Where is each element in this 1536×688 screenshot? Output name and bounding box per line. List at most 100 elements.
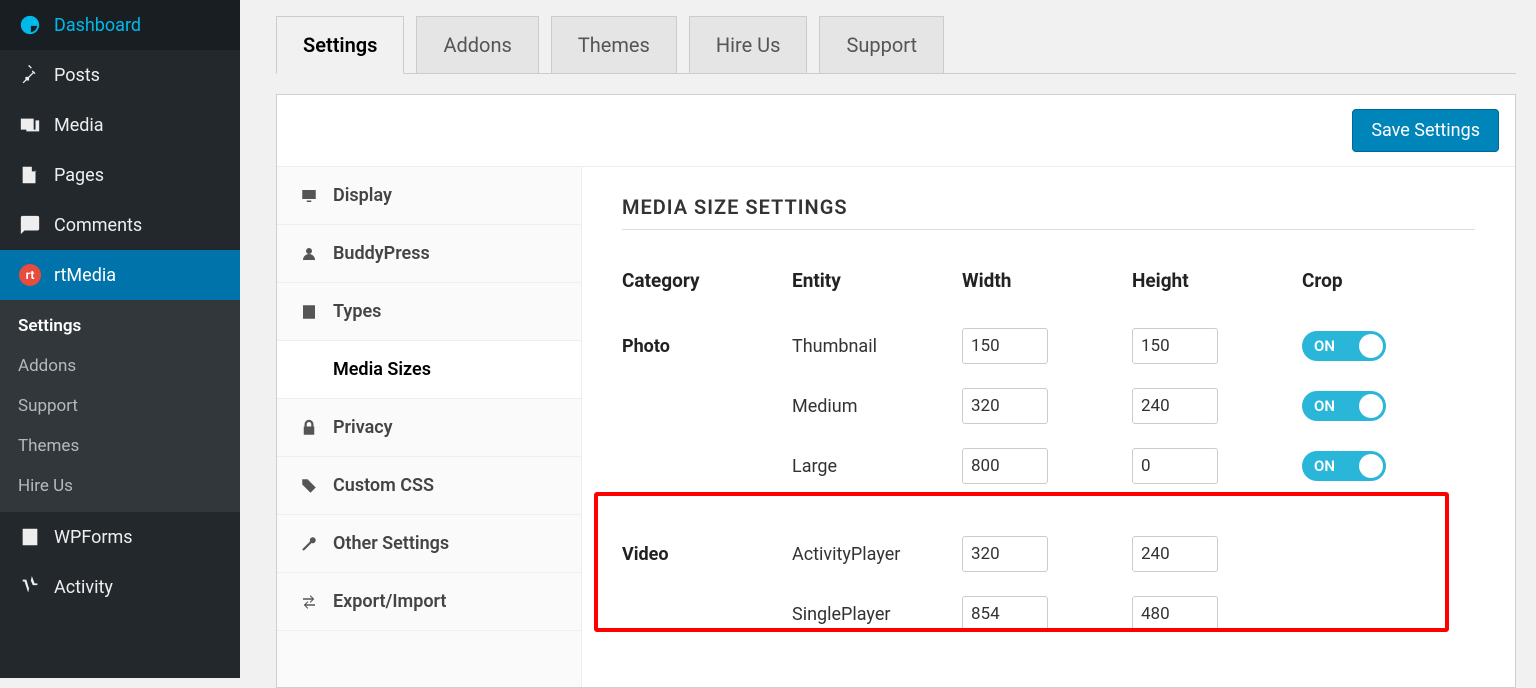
photo-medium-crop-toggle[interactable]: ON xyxy=(1302,391,1386,421)
submenu-addons[interactable]: Addons xyxy=(0,346,240,386)
comments-icon xyxy=(18,214,42,236)
sidebar-item-posts[interactable]: Posts xyxy=(0,50,240,100)
rtmedia-icon: rt xyxy=(18,264,42,286)
col-crop: Crop xyxy=(1302,269,1442,292)
display-icon xyxy=(299,187,319,205)
dashboard-icon xyxy=(18,14,42,36)
video-activity-width-input[interactable] xyxy=(962,536,1048,572)
nav-label: Export/Import xyxy=(333,591,446,612)
table-header-row: Category Entity Width Height Crop xyxy=(622,256,1475,304)
nav-label: Media Sizes xyxy=(333,359,431,380)
video-single-height-input[interactable] xyxy=(1132,596,1218,632)
nav-types[interactable]: Types xyxy=(277,283,581,341)
sidebar-item-comments[interactable]: Comments xyxy=(0,200,240,250)
submenu-support[interactable]: Support xyxy=(0,386,240,426)
row-photo-large: Large ON xyxy=(622,442,1475,490)
nav-label: BuddyPress xyxy=(333,243,430,264)
sidebar-item-dashboard[interactable]: Dashboard xyxy=(0,0,240,50)
section-title: MEDIA SIZE SETTINGS xyxy=(622,195,1475,230)
nav-media-sizes[interactable]: Media Sizes xyxy=(277,341,581,399)
activity-icon xyxy=(18,576,42,598)
toggle-label: ON xyxy=(1314,337,1335,355)
media-icon xyxy=(18,114,42,136)
expand-icon xyxy=(299,361,319,379)
nav-privacy[interactable]: Privacy xyxy=(277,399,581,457)
photo-medium-width-input[interactable] xyxy=(962,388,1048,424)
nav-custom-css[interactable]: Custom CSS xyxy=(277,457,581,515)
submenu-themes[interactable]: Themes xyxy=(0,426,240,466)
sidebar-label: Posts xyxy=(54,65,100,86)
entity-large: Large xyxy=(792,456,962,477)
sidebar-item-pages[interactable]: Pages xyxy=(0,150,240,200)
photo-large-crop-toggle[interactable]: ON xyxy=(1302,451,1386,481)
sidebar-item-media[interactable]: Media xyxy=(0,100,240,150)
pages-icon xyxy=(18,164,42,186)
entity-activityplayer: ActivityPlayer xyxy=(792,544,962,565)
tab-themes[interactable]: Themes xyxy=(551,16,677,74)
photo-large-width-input[interactable] xyxy=(962,448,1048,484)
toggle-knob xyxy=(1359,334,1383,358)
photo-large-height-input[interactable] xyxy=(1132,448,1218,484)
category-video: Video xyxy=(622,544,792,565)
nav-label: Display xyxy=(333,185,392,206)
wrench-icon xyxy=(299,535,319,553)
sidebar-item-rtmedia[interactable]: rt rtMedia xyxy=(0,250,240,300)
row-video-singleplayer: SinglePlayer xyxy=(622,590,1475,638)
entity-thumbnail: Thumbnail xyxy=(792,336,962,357)
col-category: Category xyxy=(622,269,792,292)
main-area: Settings Addons Themes Hire Us Support S… xyxy=(240,0,1536,678)
nav-label: Custom CSS xyxy=(333,475,434,496)
sidebar-item-activity[interactable]: Activity xyxy=(0,562,240,612)
sidebar-item-wpforms[interactable]: WPForms xyxy=(0,512,240,562)
row-video-activityplayer: Video ActivityPlayer xyxy=(622,530,1475,578)
sidebar-label: WPForms xyxy=(54,527,133,548)
photo-thumb-height-input[interactable] xyxy=(1132,328,1218,364)
nav-export-import[interactable]: Export/Import xyxy=(277,573,581,631)
col-width: Width xyxy=(962,269,1132,292)
nav-buddypress[interactable]: BuddyPress xyxy=(277,225,581,283)
sidebar-label: Pages xyxy=(54,165,104,186)
tab-settings[interactable]: Settings xyxy=(276,16,404,74)
submenu-settings[interactable]: Settings xyxy=(0,306,240,346)
row-photo-medium: Medium ON xyxy=(622,382,1475,430)
nav-label: Privacy xyxy=(333,417,393,438)
toggle-label: ON xyxy=(1314,457,1335,475)
nav-label: Types xyxy=(333,301,381,322)
entity-medium: Medium xyxy=(792,396,962,417)
tab-strip: Settings Addons Themes Hire Us Support xyxy=(276,16,1516,74)
wpforms-icon xyxy=(18,526,42,548)
photo-medium-height-input[interactable] xyxy=(1132,388,1218,424)
nav-label: Other Settings xyxy=(333,533,449,554)
sidebar-label: Comments xyxy=(54,215,142,236)
sidebar-label: Dashboard xyxy=(54,15,141,36)
nav-display[interactable]: Display xyxy=(277,167,581,225)
settings-side-nav: Display BuddyPress Types Media Sizes Pri… xyxy=(277,167,582,687)
tab-support[interactable]: Support xyxy=(819,16,944,74)
col-height: Height xyxy=(1132,269,1302,292)
save-bar: Save Settings xyxy=(277,95,1515,167)
sidebar-label: Media xyxy=(54,115,104,136)
media-size-table: Category Entity Width Height Crop Photo … xyxy=(622,256,1475,638)
lock-icon xyxy=(299,419,319,437)
film-icon xyxy=(299,303,319,321)
toggle-label: ON xyxy=(1314,397,1335,415)
photo-thumb-width-input[interactable] xyxy=(962,328,1048,364)
toggle-knob xyxy=(1359,394,1383,418)
save-settings-button[interactable]: Save Settings xyxy=(1352,109,1499,152)
tag-icon xyxy=(299,477,319,495)
pin-icon xyxy=(18,64,42,86)
tab-hireus[interactable]: Hire Us xyxy=(689,16,808,74)
transfer-icon xyxy=(299,593,319,611)
category-photo: Photo xyxy=(622,336,792,357)
toggle-knob xyxy=(1359,454,1383,478)
col-entity: Entity xyxy=(792,269,962,292)
video-single-width-input[interactable] xyxy=(962,596,1048,632)
group-icon xyxy=(299,245,319,263)
tab-addons[interactable]: Addons xyxy=(416,16,538,74)
rtmedia-submenu: Settings Addons Support Themes Hire Us xyxy=(0,300,240,512)
sidebar-label: rtMedia xyxy=(54,265,116,286)
photo-thumb-crop-toggle[interactable]: ON xyxy=(1302,331,1386,361)
video-activity-height-input[interactable] xyxy=(1132,536,1218,572)
submenu-hireus[interactable]: Hire Us xyxy=(0,466,240,506)
nav-other-settings[interactable]: Other Settings xyxy=(277,515,581,573)
